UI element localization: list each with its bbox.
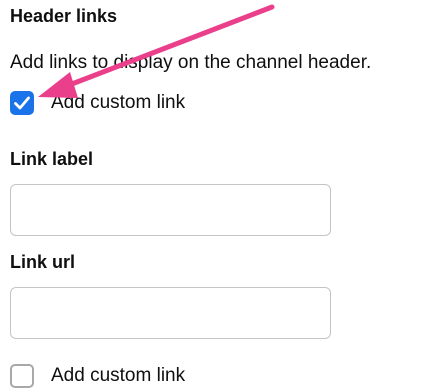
link-label-input[interactable] <box>10 184 331 236</box>
check-icon <box>14 96 30 110</box>
link-label-heading: Link label <box>10 149 94 169</box>
link-url-heading: Link url <box>10 252 76 272</box>
add-custom-link-label-2: Add custom link <box>51 365 186 386</box>
link-url-input[interactable] <box>10 287 331 339</box>
add-custom-link-label: Add custom link <box>51 92 186 113</box>
add-custom-link-checkbox-2[interactable] <box>10 364 34 388</box>
add-custom-link-checkbox-row-2[interactable]: Add custom link <box>10 364 185 388</box>
add-custom-link-checkbox-row[interactable]: Add custom link <box>10 91 185 115</box>
section-description: Add links to display on the channel head… <box>10 52 372 73</box>
add-custom-link-checkbox[interactable] <box>10 91 34 115</box>
section-title: Header links <box>10 6 118 26</box>
